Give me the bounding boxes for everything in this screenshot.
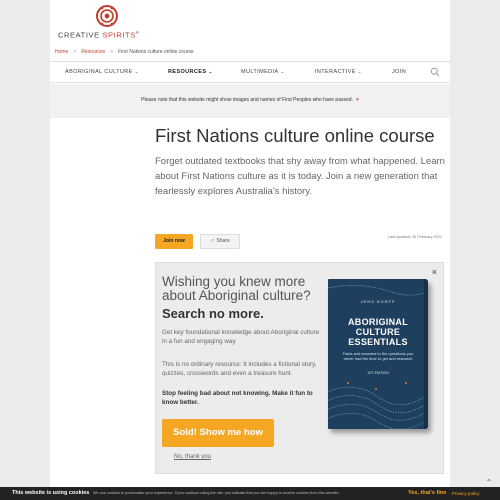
nav-item-join[interactable]: JOIN — [392, 69, 406, 75]
nav-item-aboriginal-culture[interactable]: ABORIGINAL CULTURE ⌄ — [65, 69, 139, 75]
logo-text: CREATIVE SPIRITS® — [58, 30, 139, 40]
notice-text: Please note that this website might show… — [50, 97, 450, 103]
close-icon[interactable]: × — [432, 267, 437, 277]
breadcrumb: Home > Resources > First Nations culture onl… — [55, 49, 194, 55]
cookie-title: This website is using cookies — [12, 490, 90, 496]
show-me-how-button[interactable]: Sold! Show me how — [162, 419, 274, 447]
site-logo[interactable]: CREATIVE SPIRITS® — [58, 4, 158, 40]
accept-cookies-button[interactable]: Yes, that's fine — [408, 490, 446, 496]
logo-accent: SPIRITS — [102, 30, 136, 40]
promo-subheading: Search no more. — [162, 306, 264, 321]
last-updated: Last updated: 26 February 2021 — [387, 235, 442, 239]
breadcrumb-resources[interactable]: Resources — [81, 49, 105, 55]
search-icon[interactable] — [430, 67, 440, 77]
share-icon: ⇗ — [210, 238, 215, 244]
main-nav: ABORIGINAL CULTURE ⌄ RESOURCES ⌄ MULTIMEDI… — [50, 61, 450, 83]
book-title: ABORIGINAL CULTURE ESSENTIALS — [348, 317, 408, 347]
join-now-button[interactable]: Join now — [155, 234, 193, 249]
promo-paragraph: Get key foundational knowledge about Abo… — [162, 329, 320, 345]
promo-heading: Wishing you knew more about Aboriginal c… — [162, 274, 311, 303]
book-cover[interactable]: JENS KORFF ABORIGINAL CULTURE ESSENTIALS… — [328, 279, 428, 429]
chevron-down-icon: ⌄ — [208, 69, 213, 74]
logo-main: CREATIVE — [58, 30, 103, 40]
promo-paragraph: This is no ordinary resource: It include… — [162, 361, 317, 377]
share-button[interactable]: ⇗ Share — [200, 234, 240, 249]
cookie-message: We use cookies to personalise your exper… — [93, 491, 340, 495]
intro-text: Forget outdated textbooks that shy away … — [155, 156, 445, 197]
chevron-down-icon: ⌄ — [134, 69, 139, 74]
nav-item-resources[interactable]: RESOURCES ⌄ — [168, 69, 213, 75]
promo-box: × Wishing you knew more about Aboriginal… — [155, 262, 444, 474]
nav-item-multimedia[interactable]: MULTIMEDIA ⌄ — [241, 69, 285, 75]
nav-label: JOIN — [392, 69, 407, 75]
cookie-bar: This website is using cookies We use coo… — [0, 487, 500, 500]
logo-mark-icon — [96, 5, 118, 27]
breadcrumb-separator: > — [110, 49, 114, 55]
nav-item-interactive[interactable]: INTERACTIVE ⌄ — [315, 69, 362, 75]
nav-label: MULTIMEDIA — [241, 69, 279, 75]
book-edition: 1ST EDITION — [367, 371, 389, 375]
notice-message: Please note that this website might show… — [141, 97, 353, 103]
logo-registered: ® — [135, 30, 140, 35]
page-title: First Nations culture online course — [155, 125, 435, 146]
nav-label: ABORIGINAL CULTURE — [65, 69, 133, 75]
share-label: Share — [216, 238, 230, 244]
no-thanks-link[interactable]: No, thank you — [174, 454, 211, 460]
nav-label: INTERACTIVE — [315, 69, 356, 75]
chevron-down-icon: ⌄ — [280, 69, 285, 74]
privacy-policy-link[interactable]: Privacy policy — [452, 491, 480, 496]
breadcrumb-current: First Nations culture online course — [118, 49, 194, 55]
page: CREATIVE SPIRITS® Home > Resources > First N… — [50, 0, 450, 500]
close-icon[interactable]: × — [356, 97, 359, 103]
breadcrumb-home[interactable]: Home — [55, 49, 68, 55]
notice-banner: Please note that this website might show… — [50, 84, 450, 118]
book-author: JENS KORFF — [360, 299, 396, 304]
chevron-down-icon: ⌄ — [357, 69, 362, 74]
book-subtitle: Facts and answers to the questions you n… — [342, 351, 414, 361]
promo-paragraph-bold: Stop feeling bad about not knowing. Make… — [162, 390, 313, 406]
breadcrumb-separator: > — [73, 49, 77, 55]
nav-label: RESOURCES — [168, 69, 207, 75]
